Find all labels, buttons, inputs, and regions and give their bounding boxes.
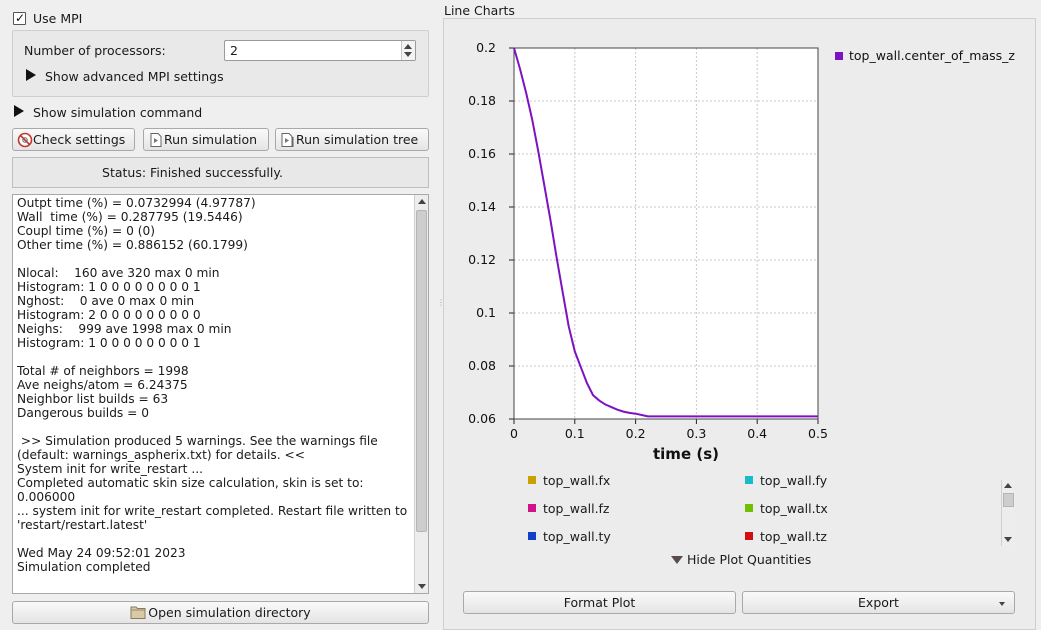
spin-down-icon[interactable]	[404, 52, 412, 57]
export-label: Export	[858, 595, 899, 610]
expand-arrow-icon	[14, 105, 24, 117]
color-swatch	[745, 476, 753, 484]
plot-quantity-label: top_wall.fy	[760, 474, 828, 488]
y-tick-label: 0.16	[468, 146, 496, 161]
processors-value: 2	[230, 43, 238, 58]
plot-quantity-item[interactable]: top_wall.tx	[745, 501, 828, 516]
legend-swatch	[835, 52, 843, 60]
scroll-up-icon[interactable]	[1004, 483, 1012, 488]
log-scrollbar[interactable]	[414, 195, 428, 593]
check-settings-icon	[17, 132, 33, 148]
x-tick-label: 0.2	[626, 426, 646, 441]
plot-quantity-label: top_wall.fx	[543, 474, 611, 488]
y-tick-label: 0.06	[468, 411, 496, 426]
y-tick-label: 0.18	[468, 93, 496, 108]
log-text: Outpt time (%) = 0.0732994 (4.97787) Wal…	[17, 196, 408, 574]
y-tick-label: 0.08	[468, 358, 496, 373]
format-plot-label: Format Plot	[563, 595, 636, 610]
simulation-log[interactable]: Outpt time (%) = 0.0732994 (4.97787) Wal…	[12, 194, 429, 594]
plot-quantity-item[interactable]: top_wall.fz	[528, 501, 610, 516]
color-swatch	[528, 504, 536, 512]
expand-arrow-icon	[26, 69, 36, 81]
legend-label: top_wall.center_of_mass_z	[849, 48, 1015, 63]
use-mpi-checkbox[interactable]: ✓	[13, 11, 26, 25]
x-tick-label: 0.4	[747, 426, 767, 441]
y-tick-label: 0.1	[476, 305, 496, 320]
run-simulation-label: Run simulation	[164, 132, 258, 147]
export-dropdown[interactable]: Export	[742, 591, 1015, 614]
plot-quantity-label: top_wall.tz	[760, 529, 827, 544]
quantities-scrollbar[interactable]	[1001, 480, 1015, 546]
show-command-toggle[interactable]: Show simulation command	[14, 104, 214, 120]
plot-quantity-item[interactable]: top_wall.ty	[528, 529, 611, 544]
splitter-handle[interactable]: ⋮	[437, 299, 445, 330]
plot-quantity-item[interactable]: top_wall.tz	[745, 529, 827, 544]
plot-area	[514, 48, 818, 419]
run-file-icon	[150, 133, 162, 147]
advanced-mpi-label: Show advanced MPI settings	[45, 69, 224, 84]
x-tick-label: 0	[510, 426, 518, 441]
folder-icon	[130, 606, 146, 619]
hide-quantities-label: Hide Plot Quantities	[687, 552, 812, 567]
collapse-arrow-icon	[671, 556, 683, 564]
scroll-down-icon[interactable]	[1004, 537, 1012, 542]
run-tree-icon	[281, 133, 294, 147]
show-command-label: Show simulation command	[33, 105, 203, 120]
color-swatch	[528, 532, 536, 540]
processors-label: Number of processors:	[24, 43, 166, 58]
dropdown-arrow-icon	[999, 602, 1005, 606]
run-simulation-button[interactable]: Run simulation	[143, 128, 269, 151]
plot-quantities-list[interactable]: top_wall.fx top_wall.fy top_wall.fz top_wal…	[516, 474, 1001, 546]
spin-up-icon[interactable]	[404, 44, 412, 49]
log-scroll-thumb[interactable]	[416, 210, 427, 532]
check-settings-label: Check settings	[33, 132, 126, 147]
use-mpi-label: Use MPI	[33, 11, 83, 26]
x-tick-label: 0.5	[808, 426, 828, 441]
run-simulation-tree-button[interactable]: Run simulation tree	[275, 128, 429, 151]
line-charts-title: Line Charts	[444, 3, 515, 18]
spin-arrows[interactable]	[401, 41, 415, 60]
x-tick-label: 0.3	[686, 426, 706, 441]
status-text: Status: Finished successfully.	[102, 165, 283, 180]
run-simulation-tree-label: Run simulation tree	[296, 132, 419, 147]
color-swatch	[528, 476, 536, 484]
check-settings-button[interactable]: Check settings	[12, 128, 135, 151]
x-tick-label: 0.1	[565, 426, 585, 441]
color-swatch	[745, 532, 753, 540]
plot-quantity-item[interactable]: top_wall.fy	[745, 474, 827, 488]
plot-quantity-label: top_wall.tx	[760, 501, 828, 516]
plot-quantity-item[interactable]: top_wall.fx	[528, 474, 610, 488]
advanced-mpi-toggle[interactable]: Show advanced MPI settings	[26, 68, 226, 84]
hide-quantities-toggle[interactable]: Hide Plot Quantities	[671, 552, 821, 568]
line-chart[interactable]: 0 0.1 0.2 0.3 0.4 0.5 0.06 0.08 0.1 0.12 0.14 0.16 0…	[459, 31, 1021, 471]
quantities-scroll-thumb[interactable]	[1003, 493, 1014, 507]
scroll-up-icon[interactable]	[418, 199, 426, 204]
color-swatch	[745, 504, 753, 512]
status-panel: Status: Finished successfully.	[12, 157, 429, 188]
check-icon: ✓	[15, 11, 26, 25]
open-directory-button[interactable]: Open simulation directory	[12, 601, 429, 624]
y-tick-label: 0.14	[468, 199, 496, 214]
plot-quantity-label: top_wall.fz	[543, 501, 610, 516]
plot-quantity-label: top_wall.ty	[543, 529, 611, 544]
format-plot-button[interactable]: Format Plot	[463, 591, 736, 614]
y-tick-label: 0.12	[468, 252, 496, 267]
scroll-down-icon[interactable]	[418, 584, 426, 589]
open-directory-label: Open simulation directory	[148, 605, 311, 620]
y-tick-label: 0.2	[476, 40, 496, 55]
processors-spinbox[interactable]: 2	[224, 40, 416, 61]
x-axis-label: time (s)	[653, 445, 719, 463]
